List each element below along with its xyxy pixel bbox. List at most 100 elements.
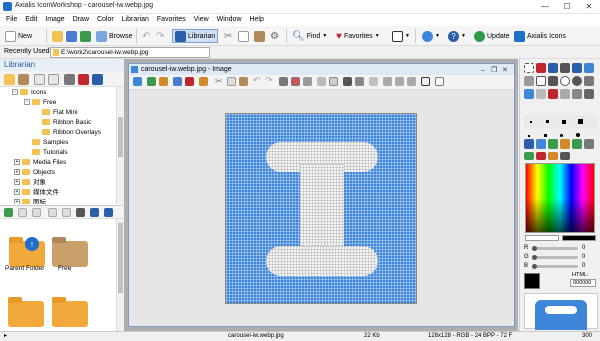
tree-scrollbar[interactable] xyxy=(116,87,123,204)
menu-color[interactable]: Color xyxy=(97,14,114,26)
tree-node-media-files[interactable]: + Media Files xyxy=(14,158,66,168)
slider-knob[interactable] xyxy=(532,246,537,251)
b-value[interactable]: 0 xyxy=(582,263,585,269)
expand-icon[interactable]: + xyxy=(14,199,20,204)
expand-icon[interactable]: + xyxy=(14,189,20,196)
foreground-swatch[interactable] xyxy=(525,235,559,241)
expand-icon[interactable]: + xyxy=(14,159,20,166)
menu-draw[interactable]: Draw xyxy=(73,14,89,26)
folder-icon[interactable] xyxy=(4,74,15,85)
cut-button[interactable]: ✂ xyxy=(222,29,234,43)
tree-node-samples[interactable]: Samples xyxy=(32,138,68,148)
pixel-grid-icon[interactable] xyxy=(303,77,312,86)
tree-node-icons[interactable]: - Icons xyxy=(12,88,47,98)
collapse-icon[interactable]: - xyxy=(24,99,30,106)
filled-rectangle-icon[interactable] xyxy=(548,76,558,86)
g-slider[interactable] xyxy=(532,255,578,260)
menu-view[interactable]: View xyxy=(194,14,209,26)
paste-icon[interactable] xyxy=(239,77,248,86)
browse-button[interactable]: Browse xyxy=(94,29,134,43)
color-palette[interactable] xyxy=(525,163,595,233)
save-icon[interactable] xyxy=(173,77,182,86)
zoom-fit-icon[interactable] xyxy=(407,77,416,86)
undo-button[interactable]: ↶ xyxy=(140,29,152,43)
palette-settings-icon[interactable] xyxy=(560,152,570,160)
r-slider[interactable] xyxy=(532,246,578,251)
cut-icon[interactable]: ✂ xyxy=(215,76,223,87)
sort-icon[interactable] xyxy=(104,208,113,217)
favorite-icon[interactable] xyxy=(78,74,89,85)
palette-save-icon[interactable] xyxy=(524,152,534,160)
marquee-icon[interactable] xyxy=(524,63,534,73)
slider-knob[interactable] xyxy=(532,255,537,260)
redo-icon[interactable]: ↷ xyxy=(265,75,273,86)
find-button[interactable]: 🔍︎ Find ▼ xyxy=(290,29,329,43)
grid-icon[interactable] xyxy=(279,77,288,86)
menu-help[interactable]: Help xyxy=(249,14,263,26)
text-icon[interactable] xyxy=(584,76,594,86)
eyedropper-icon[interactable] xyxy=(584,63,594,73)
tree-node-ribbon-basic[interactable]: Ribbon Basic xyxy=(42,118,91,128)
menu-favorites[interactable]: Favorites xyxy=(157,14,186,26)
save-button[interactable] xyxy=(64,29,79,43)
expand-icon[interactable]: + xyxy=(14,169,20,176)
menu-image[interactable]: Image xyxy=(45,14,64,26)
scrollbar-thumb[interactable] xyxy=(118,117,123,157)
brush-shape-1[interactable] xyxy=(528,135,530,137)
ellipse-icon[interactable] xyxy=(560,76,570,86)
menu-librarian[interactable]: Librarian xyxy=(122,14,149,26)
librarian-button[interactable]: Librarian xyxy=(172,29,219,43)
current-color-preview[interactable] xyxy=(524,273,540,289)
open-button[interactable] xyxy=(50,29,65,43)
brush-icon[interactable] xyxy=(560,63,570,73)
crop-icon[interactable] xyxy=(147,77,156,86)
tree-node-free[interactable]: - Free xyxy=(24,98,56,108)
display-button[interactable]: ▼ xyxy=(390,29,412,43)
palette-open-icon[interactable] xyxy=(536,152,546,160)
effects-icon[interactable] xyxy=(548,139,558,149)
smudge-icon[interactable] xyxy=(560,89,570,99)
b-slider[interactable] xyxy=(532,264,578,269)
rotate-icon[interactable] xyxy=(536,139,546,149)
export-icon[interactable] xyxy=(159,77,168,86)
layers-icon[interactable] xyxy=(199,77,208,86)
transparency-icon[interactable] xyxy=(291,77,300,86)
tree-node-objects-cn[interactable]: + 对象 xyxy=(14,178,46,188)
collapse-icon[interactable]: - xyxy=(12,89,18,96)
minimize-button[interactable]: — xyxy=(534,0,556,14)
tree-node-objects[interactable]: + Objects xyxy=(14,168,55,178)
image-tools-icon[interactable] xyxy=(185,77,194,86)
zoom-window-icon[interactable] xyxy=(421,77,430,86)
pen-icon[interactable] xyxy=(572,63,582,73)
scrollbar-thumb[interactable] xyxy=(118,223,123,293)
maximize-button[interactable]: ☐ xyxy=(556,0,578,14)
axialis-icons-button[interactable]: Axialis Icons xyxy=(512,29,568,43)
slider-knob[interactable] xyxy=(532,264,537,269)
r-value[interactable]: 0 xyxy=(582,245,585,251)
search-icon[interactable] xyxy=(92,74,103,85)
copy-icon[interactable] xyxy=(34,74,45,85)
list-item-folder[interactable] xyxy=(8,297,44,327)
tools-menu-icon[interactable] xyxy=(584,139,594,149)
help-button[interactable]: ? ▼ xyxy=(446,29,468,43)
new-button[interactable]: New xyxy=(3,29,34,43)
tree-node-media-cn[interactable]: + 媒体文件 xyxy=(14,188,59,198)
export-icon[interactable] xyxy=(62,208,71,217)
fill-icon[interactable] xyxy=(343,77,352,86)
tree-node-ribbon-overlays[interactable]: Ribbon Overlays xyxy=(42,128,101,138)
web-button[interactable]: ▼ xyxy=(420,29,442,43)
rectangle-icon[interactable] xyxy=(536,76,546,86)
delete-icon[interactable] xyxy=(64,74,75,85)
html-color-input[interactable]: 000000 xyxy=(570,279,596,287)
menu-window[interactable]: Window xyxy=(217,14,242,26)
update-button[interactable]: Update xyxy=(472,29,512,43)
save-all-button[interactable] xyxy=(78,29,93,43)
menu-file[interactable]: File xyxy=(6,14,17,26)
line-icon[interactable] xyxy=(524,76,534,86)
favorites-button[interactable]: ♥ Favorites ▼ xyxy=(334,29,382,43)
mask-icon[interactable] xyxy=(369,77,378,86)
close-button[interactable]: ✕ xyxy=(578,0,600,14)
expand-icon[interactable]: + xyxy=(14,179,20,186)
background-swatch[interactable] xyxy=(562,235,596,241)
magic-wand-icon[interactable] xyxy=(536,63,546,73)
